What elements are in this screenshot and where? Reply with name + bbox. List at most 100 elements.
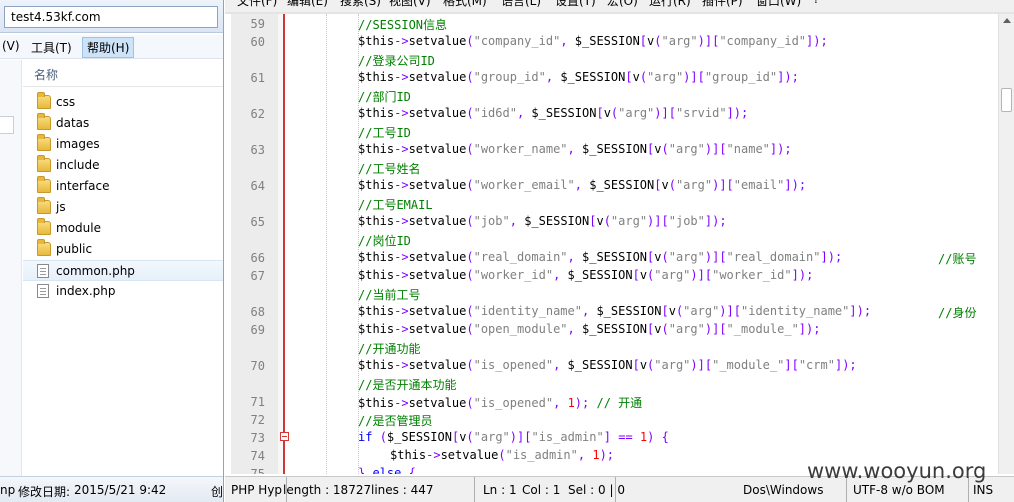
line-number: 68 — [250, 305, 265, 319]
folder-icon — [37, 155, 51, 172]
code-line[interactable]: //工号姓名 — [225, 159, 1005, 177]
file-list-item[interactable]: public — [23, 239, 223, 260]
editor-menu-item[interactable]: 窗口(W) — [756, 0, 801, 9]
column-header-name[interactable]: 名称 — [23, 60, 223, 87]
code-line[interactable]: //部门ID — [225, 87, 1005, 105]
scroll-up-icon[interactable] — [1003, 18, 1011, 23]
code-line[interactable]: 62 $this->setvalue("id6d", $_SESSION[v("a… — [225, 105, 1005, 123]
menu-view[interactable]: (V) — [2, 39, 20, 53]
file-list-item[interactable]: css — [23, 92, 223, 113]
code-text: $this->setvalue("company_id", $_SESSION[… — [358, 34, 828, 48]
scrollbar-thumb[interactable] — [1001, 88, 1012, 112]
line-number: 69 — [250, 323, 265, 337]
menu-tools[interactable]: 工具(T) — [31, 39, 72, 56]
file-list-item[interactable]: include — [23, 155, 223, 176]
code-line[interactable]: 69 $this->setvalue("open_module", $_SESSI… — [225, 321, 1005, 339]
nav-pane-item[interactable] — [0, 116, 14, 134]
file-list-item[interactable]: images — [23, 134, 223, 155]
status-extra: 创 — [211, 485, 224, 499]
line-number: 71 — [250, 395, 265, 409]
editor-menu-item[interactable]: 格式(M) — [443, 0, 487, 9]
code-area[interactable]: 59 //SESSION信息 60 $this->setvalue("company_… — [225, 14, 1014, 474]
status-language: PHP Hyp — [231, 477, 287, 502]
file-name: images — [56, 137, 100, 151]
code-text: //开通功能 — [358, 342, 421, 356]
code-text: $this->setvalue("is_admin", 1); — [390, 448, 615, 462]
file-list-item[interactable]: module — [23, 218, 223, 239]
code-text: $this->setvalue("group_id", $_SESSION[v(… — [358, 70, 799, 84]
code-line[interactable]: //开通功能 — [225, 339, 1005, 357]
trailing-comment: //身份 — [938, 306, 977, 320]
file-list-item[interactable]: datas — [23, 113, 223, 134]
code-line[interactable]: 73 if ($_SESSION[v("arg")]["is_admin"] ==… — [225, 429, 1005, 447]
code-line[interactable]: //是否开通本功能 — [225, 375, 1005, 393]
code-text: //是否管理员 — [358, 414, 433, 428]
status-type: np — [0, 483, 16, 497]
status-ln: Ln : 1 — [483, 483, 517, 497]
code-line[interactable]: 71 $this->setvalue("is_opened", 1); // 开通 — [225, 393, 1005, 411]
code-line[interactable]: //工号ID — [225, 123, 1005, 141]
code-line[interactable]: //工号EMAIL — [225, 195, 1005, 213]
code-line[interactable]: 63 $this->setvalue("worker_name", $_SESSI… — [225, 141, 1005, 159]
code-line[interactable]: //登录公司ID — [225, 51, 1005, 69]
line-number: 74 — [250, 449, 265, 463]
status-modified-label: 修改日期: — [18, 485, 71, 499]
code-line[interactable]: 66 $this->setvalue("real_domain", $_SESSI… — [225, 249, 1005, 267]
address-field[interactable]: test4.53kf.com — [4, 6, 218, 28]
editor-menu-item[interactable]: ? — [813, 0, 819, 6]
editor-menu-item[interactable]: 文件(F) — [237, 0, 277, 9]
editor-menu-item[interactable]: 语言(L) — [501, 0, 541, 9]
fold-collapse-icon[interactable] — [280, 432, 289, 441]
code-line[interactable]: 68 $this->setvalue("identity_name", $_SES… — [225, 303, 1005, 321]
code-text: $this->setvalue("is_opened", 1); // 开通 — [358, 396, 643, 410]
file-list-item[interactable]: index.php — [23, 281, 223, 302]
line-number: 64 — [250, 179, 265, 193]
code-text: //工号ID — [358, 126, 411, 140]
code-line[interactable]: //岗位ID — [225, 231, 1005, 249]
file-explorer-window: test4.53kf.com (V) 工具(T) 帮助(H) 名称 css dat… — [0, 0, 224, 502]
line-number: 72 — [250, 413, 265, 427]
code-line[interactable]: 64 $this->setvalue("worker_email", $_SESS… — [225, 177, 1005, 195]
status-col: Col : 1 — [522, 483, 561, 497]
vertical-scrollbar[interactable] — [998, 14, 1014, 474]
editor-menu-item[interactable]: 视图(V) — [389, 0, 431, 9]
editor-menu-item[interactable]: 插件(P) — [702, 0, 743, 9]
editor-menu-item[interactable]: 运行(R) — [649, 0, 691, 9]
line-number: 62 — [250, 107, 265, 121]
code-line[interactable]: //当前工号 — [225, 285, 1005, 303]
file-list-item[interactable]: common.php — [23, 260, 223, 281]
file-name: module — [56, 221, 101, 235]
navigation-pane[interactable] — [0, 60, 22, 476]
code-text: //岗位ID — [358, 234, 411, 248]
menu-help[interactable]: 帮助(H) — [82, 37, 135, 58]
file-name: datas — [56, 116, 90, 130]
line-number: 63 — [250, 143, 265, 157]
file-list-item[interactable]: js — [23, 197, 223, 218]
code-line[interactable]: 65 $this->setvalue("job", $_SESSION[v("ar… — [225, 213, 1005, 231]
status-length: length : 18727 — [283, 483, 372, 497]
file-name: include — [56, 158, 100, 172]
file-list-item[interactable]: interface — [23, 176, 223, 197]
code-line[interactable]: 67 $this->setvalue("worker_id", $_SESSION… — [225, 267, 1005, 285]
code-line[interactable]: 61 $this->setvalue("group_id", $_SESSION[… — [225, 69, 1005, 87]
line-number: 60 — [250, 35, 265, 49]
folder-icon — [37, 92, 51, 109]
code-text: if ($_SESSION[v("arg")]["is_admin"] == 1… — [358, 430, 669, 444]
editor-menu-item[interactable]: 编辑(E) — [287, 0, 328, 9]
editor-menu-item[interactable]: 设置(T) — [555, 0, 596, 9]
file-name: public — [56, 242, 93, 256]
code-text: //工号姓名 — [358, 162, 421, 176]
editor-menu-item[interactable]: 搜索(S) — [340, 0, 381, 9]
line-number: 66 — [250, 251, 265, 265]
php-file-icon — [37, 284, 49, 298]
code-line[interactable]: 70 $this->setvalue("is_opened", $_SESSION… — [225, 357, 1005, 375]
code-line[interactable]: 72 //是否管理员 — [225, 411, 1005, 429]
explorer-status-bar: np 修改日期: 2015/5/21 9:42 创 — [0, 476, 224, 502]
column-header-label: 名称 — [34, 68, 59, 82]
code-line[interactable]: 60 $this->setvalue("company_id", $_SESSIO… — [225, 33, 1005, 51]
file-name: js — [56, 200, 66, 214]
code-line[interactable]: 59 //SESSION信息 — [225, 15, 1005, 33]
editor-menu-item[interactable]: 宏(O) — [607, 0, 638, 9]
code-text: $this->setvalue("real_domain", $_SESSION… — [358, 250, 843, 264]
code-text: //是否开通本功能 — [358, 378, 457, 392]
